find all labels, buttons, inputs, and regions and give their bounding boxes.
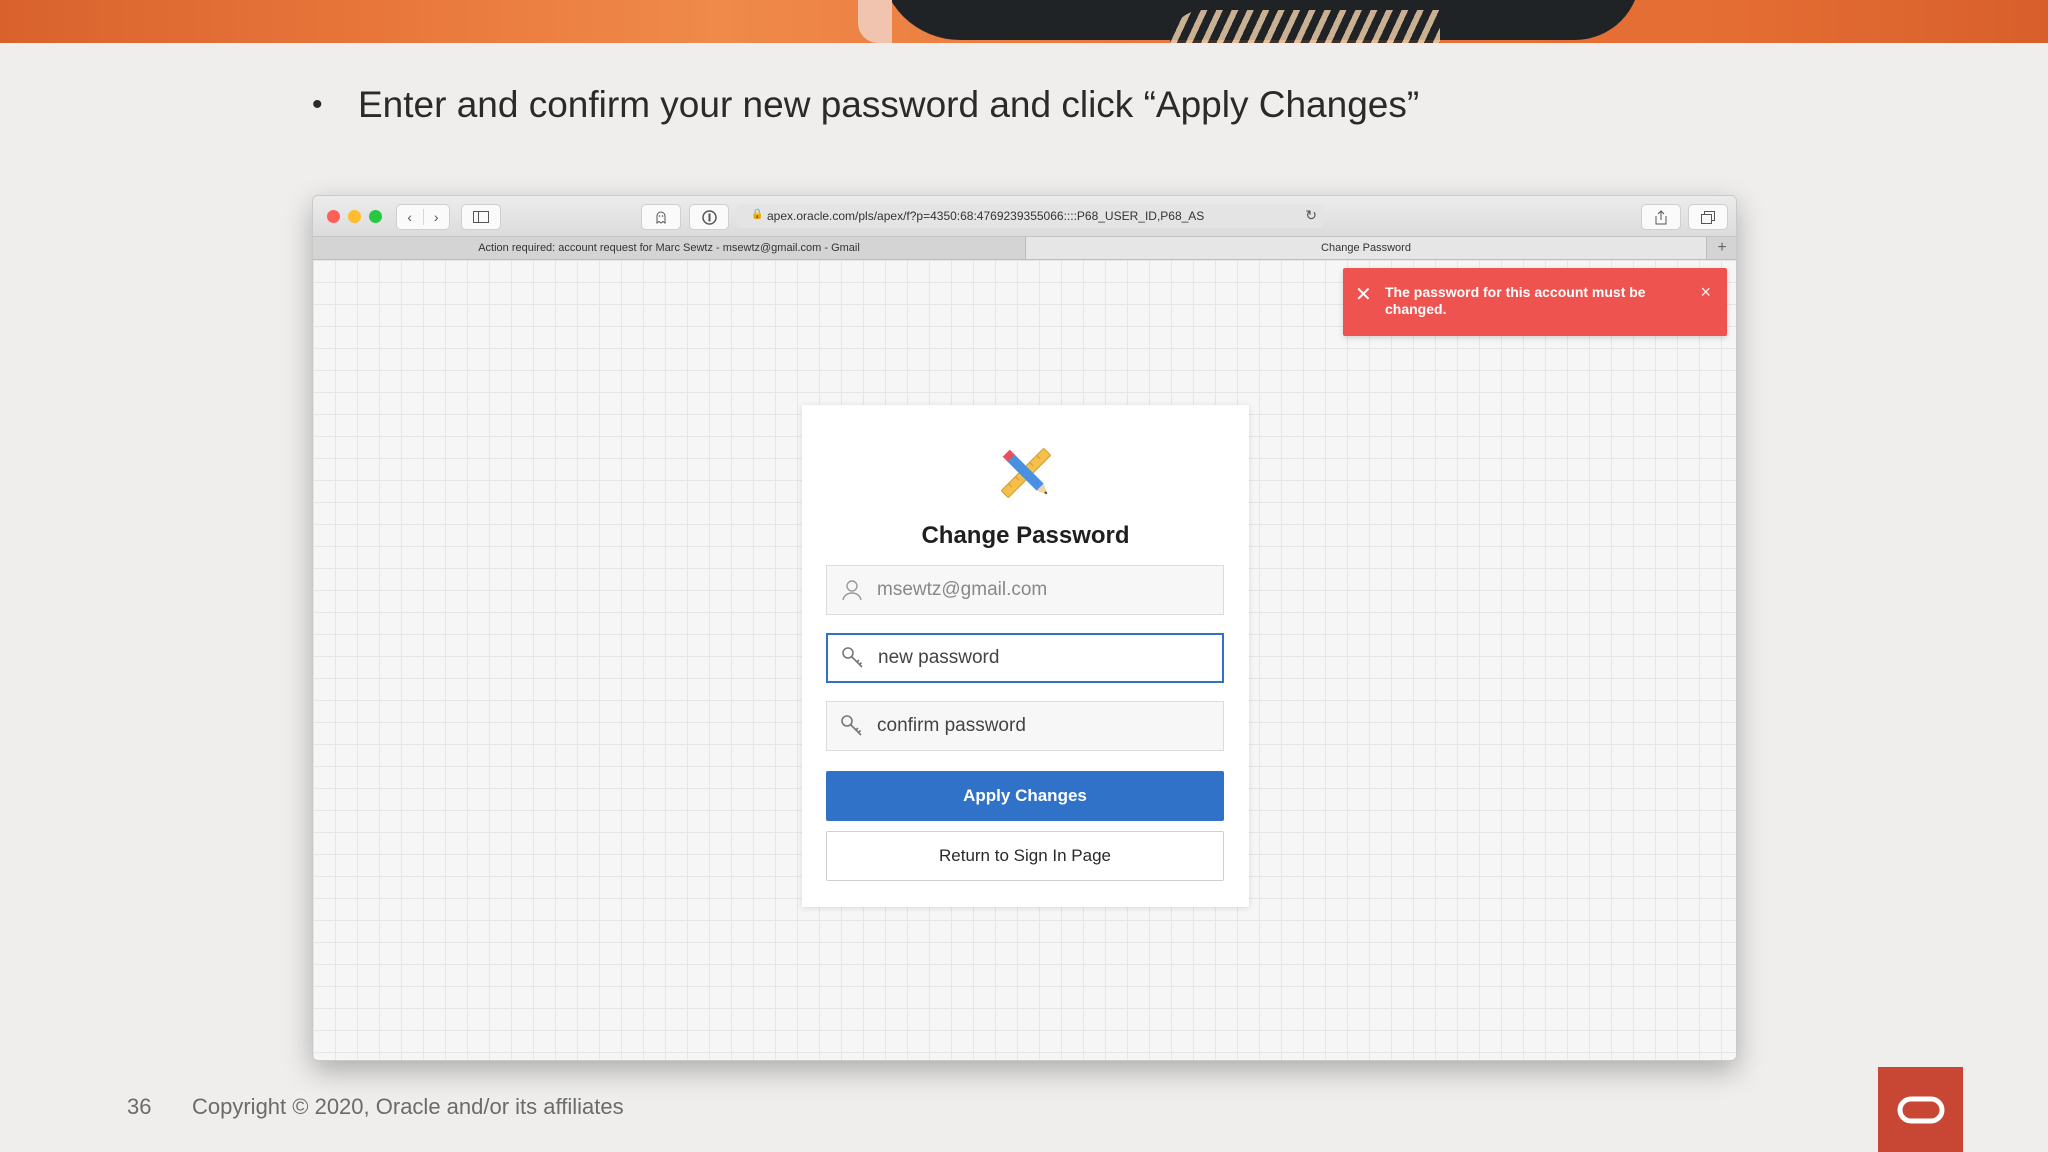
app-logo-icon bbox=[1001, 448, 1051, 498]
back-icon[interactable]: ‹ bbox=[397, 209, 424, 225]
sidebar-icon bbox=[473, 211, 489, 223]
oracle-logo bbox=[1878, 1067, 1963, 1152]
decorative-banner bbox=[0, 0, 2048, 43]
change-password-card: Change Password msewtz@gmail.com new pas… bbox=[802, 405, 1249, 907]
new-tab-button[interactable]: + bbox=[1706, 237, 1736, 259]
confirm-password-placeholder: confirm password bbox=[877, 715, 1026, 736]
close-window-button[interactable] bbox=[327, 210, 340, 223]
copyright-text: Copyright © 2020, Oracle and/or its affi… bbox=[192, 1094, 624, 1119]
extension-button[interactable] bbox=[641, 204, 681, 230]
page-title: Change Password bbox=[921, 522, 1130, 549]
browser-toolbar: ‹ › 🔒 apex.oracle.com/pls/apex/f?p=4350:… bbox=[313, 196, 1736, 237]
share-button[interactable] bbox=[1641, 204, 1681, 230]
bullet-text: Enter and confirm your new password and … bbox=[358, 84, 1420, 125]
onepassword-icon bbox=[701, 209, 717, 225]
return-to-sign-in-button[interactable]: Return to Sign In Page bbox=[826, 831, 1224, 881]
minimize-window-button[interactable] bbox=[348, 210, 361, 223]
user-icon bbox=[842, 580, 862, 601]
apply-changes-button[interactable]: Apply Changes bbox=[826, 771, 1224, 821]
tab-change-password[interactable]: Change Password bbox=[1025, 237, 1706, 259]
sidebar-toggle-button[interactable] bbox=[461, 204, 501, 230]
confirm-password-field[interactable]: confirm password bbox=[826, 701, 1224, 751]
username-value: msewtz@gmail.com bbox=[877, 579, 1048, 600]
password-manager-button[interactable] bbox=[689, 204, 729, 230]
tab-label: Change Password bbox=[1321, 242, 1411, 254]
close-alert-icon[interactable]: × bbox=[1700, 282, 1711, 303]
zoom-window-button[interactable] bbox=[369, 210, 382, 223]
new-password-placeholder: new password bbox=[878, 647, 1000, 668]
bullet-icon: • bbox=[312, 88, 323, 121]
share-icon bbox=[1655, 209, 1667, 224]
oracle-logo-icon bbox=[1897, 1096, 1944, 1123]
key-icon bbox=[842, 647, 863, 668]
tabs-overview-button[interactable] bbox=[1688, 204, 1728, 230]
lock-icon: 🔒 bbox=[751, 209, 764, 220]
address-bar[interactable]: 🔒 apex.oracle.com/pls/apex/f?p=4350:68:4… bbox=[737, 204, 1323, 228]
reload-icon[interactable]: ↻ bbox=[1305, 207, 1317, 224]
key-icon bbox=[841, 715, 862, 736]
tab-bar: Action required: account request for Mar… bbox=[313, 237, 1736, 260]
nav-buttons: ‹ › bbox=[396, 204, 450, 230]
new-password-field[interactable]: new password bbox=[826, 633, 1224, 683]
address-bar-url: apex.oracle.com/pls/apex/f?p=4350:68:476… bbox=[767, 209, 1205, 223]
page-content: ✕ The password for this account must be … bbox=[313, 260, 1736, 1060]
forward-icon[interactable]: › bbox=[424, 209, 450, 225]
tab-gmail[interactable]: Action required: account request for Mar… bbox=[313, 237, 1025, 259]
ghost-icon bbox=[656, 211, 666, 224]
username-field[interactable]: msewtz@gmail.com bbox=[826, 565, 1224, 615]
browser-window: ‹ › 🔒 apex.oracle.com/pls/apex/f?p=4350:… bbox=[312, 195, 1737, 1061]
slide-bullet: • Enter and confirm your new password an… bbox=[312, 84, 1419, 126]
tab-label: Action required: account request for Mar… bbox=[478, 242, 860, 254]
error-alert: ✕ The password for this account must be … bbox=[1343, 268, 1727, 336]
tabs-overview-icon bbox=[1701, 210, 1715, 224]
alert-message: The password for this account must be ch… bbox=[1385, 284, 1646, 317]
plus-icon: + bbox=[1717, 239, 1727, 256]
page-number: 36 bbox=[127, 1094, 152, 1119]
error-icon: ✕ bbox=[1355, 284, 1372, 306]
